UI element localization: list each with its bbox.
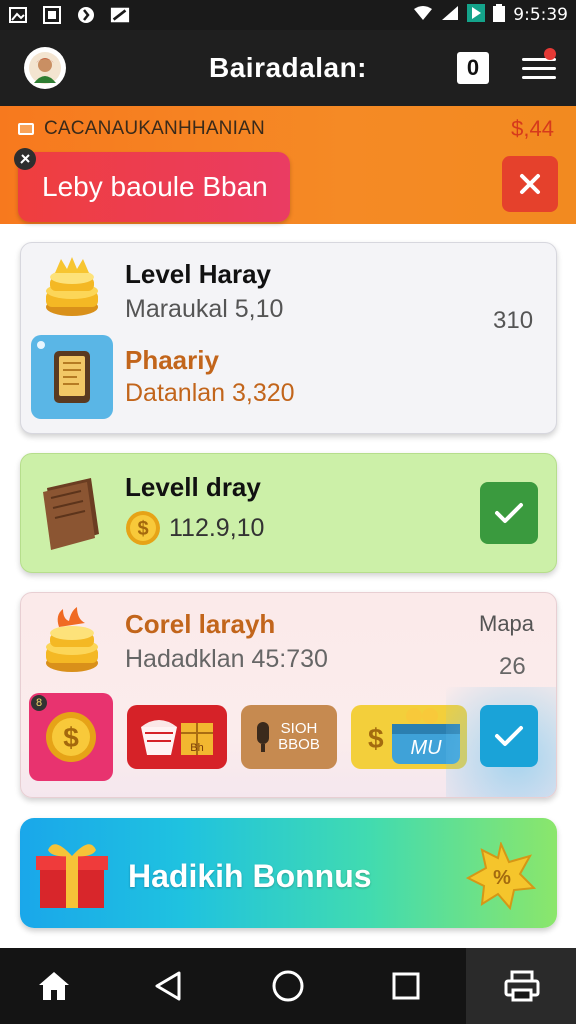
claim-check-button-blue[interactable]	[480, 705, 538, 767]
card3-right-value: 26	[499, 653, 526, 680]
reward-tile-coin[interactable]: 8 $	[29, 693, 113, 781]
level-card-1[interactable]: Level Haray Maraukal 5,10 310 Phaariy Da…	[20, 242, 557, 434]
app-icon	[76, 5, 96, 25]
play-store-icon	[467, 3, 486, 27]
svg-text:$: $	[368, 723, 384, 754]
level-card-2[interactable]: Levell dray $ 112.9,10	[20, 453, 557, 573]
card2-value: 112.9,10	[169, 514, 265, 542]
star-badge-icon: %	[465, 840, 537, 915]
gift-icon	[34, 836, 110, 917]
gold-stack-icon	[41, 255, 103, 324]
banner-text: CACANAUKANHHANIAN	[44, 118, 265, 139]
level-card-3[interactable]: Corel larayh Hadadklan 45:730 Mapa 26 8 …	[20, 592, 557, 798]
square-icon	[42, 5, 62, 25]
home-circle-icon[interactable]	[268, 966, 308, 1006]
battery-icon	[493, 3, 506, 27]
card1-subtitle: Maraukal 5,10	[125, 295, 284, 323]
scroll-icon	[31, 335, 113, 419]
svg-text:Bh: Bh	[190, 742, 203, 754]
status-bar: 9:5:39	[0, 0, 576, 30]
card3-subtitle: Hadadklan 45:730	[125, 645, 328, 673]
tile-badge: 8	[31, 695, 47, 711]
tile-scroll-label: SIOH BBOB	[278, 719, 320, 753]
check-icon	[495, 503, 523, 523]
back-icon[interactable]	[148, 966, 188, 1006]
card3-right-label: Mapa	[479, 611, 535, 636]
image-icon	[8, 5, 28, 25]
gift-basket-icon: Bh	[141, 720, 213, 755]
coin-icon: $	[46, 712, 96, 762]
svg-text:$: $	[63, 722, 79, 753]
gold-stack-icon-2	[41, 605, 103, 682]
bonus-banner[interactable]: Hadikih Bonnus %	[20, 818, 557, 928]
nav-bar	[0, 948, 576, 1024]
count-badge[interactable]: 0	[457, 52, 489, 84]
card2-title: Levell dray	[125, 472, 261, 502]
coin-icon: $	[125, 510, 161, 551]
home-icon[interactable]	[34, 966, 74, 1006]
card1-title: Level Haray	[125, 259, 271, 289]
printer-icon[interactable]	[502, 966, 542, 1006]
menu-icon[interactable]	[522, 48, 556, 86]
chip-icon	[18, 123, 34, 135]
close-icon	[520, 174, 540, 194]
app-title: Bairadalan:	[209, 52, 367, 83]
edit-icon	[110, 5, 130, 25]
reward-tile-basket[interactable]: Bh	[127, 705, 227, 769]
svg-text:$: $	[137, 518, 148, 540]
svg-text:MU: MU	[410, 737, 442, 759]
microphone-icon	[257, 722, 269, 752]
reward-tiles: 8 $ Bh SIOH BBOB $ MU	[29, 693, 467, 781]
reward-tile-chest[interactable]: $ MU	[351, 705, 467, 769]
svg-text:%: %	[493, 867, 511, 889]
signal-icon	[441, 5, 459, 26]
book-icon	[39, 474, 105, 555]
wifi-icon	[413, 5, 433, 26]
promo-badge	[14, 148, 36, 170]
claim-check-button-green[interactable]	[480, 482, 538, 544]
promo-button[interactable]: Leby baoule Bban	[14, 148, 290, 222]
clock-time: 9:5:39	[513, 5, 568, 25]
banner-line: CACANAUKANHHANIAN	[18, 118, 265, 140]
check-icon	[495, 726, 523, 746]
close-button[interactable]	[502, 156, 558, 212]
treasure-chest-icon: $ MU	[368, 708, 460, 764]
reward-tile-scroll[interactable]: SIOH BBOB	[241, 705, 337, 769]
card3-title: Corel larayh	[125, 609, 276, 639]
notification-dot	[544, 48, 556, 60]
recents-icon[interactable]	[386, 966, 426, 1006]
card1-second-sub: Datanlan 3,320	[125, 379, 295, 407]
promo-label: Leby baoule Bban	[42, 171, 268, 202]
bonus-label: Hadikih Bonnus	[128, 858, 372, 894]
app-bar: Bairadalan: 0	[0, 30, 576, 106]
card1-second-title: Phaariy	[125, 345, 219, 375]
card1-right-value: 310	[493, 307, 534, 334]
banner-price: $,44	[511, 116, 554, 141]
